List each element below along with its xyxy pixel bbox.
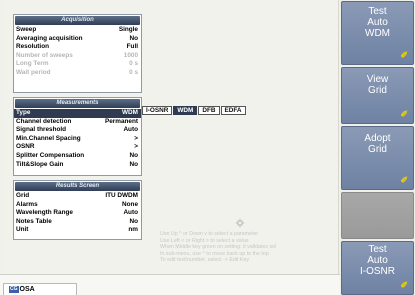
measurements-row-value: No [129,151,138,159]
measurements-row-label: Tilt&Slope Gain [16,160,64,168]
softkey-label-line: View [366,74,389,85]
acquisition-row-value: Full [126,43,138,51]
acquisition-row: Long Term 0 s [14,60,141,69]
results-screen-panel: Results Screen Grid ITU DWDM Alarms None Wav… [13,180,142,240]
acquisition-row: Number of sweeps 1000 [14,52,141,61]
pen-icon: ✐ [400,50,408,60]
measurements-row[interactable]: Splitter Compensation No [14,152,141,161]
pen-icon: ✐ [400,175,408,185]
measurements-row-value: WDM [122,109,138,116]
results-screen-row-label: Grid [16,192,30,199]
type-selector: I-OSNR WDM DFB EDFA [142,106,247,115]
results-screen-row-value: ITU DWDM [105,192,138,199]
results-screen-row-value: None [122,200,138,208]
measurements-row-label: Min.Channel Spacing [16,134,81,142]
results-screen-row-value: nm [128,226,138,234]
results-screen-rows: Grid ITU DWDM Alarms None Wavelength Range Au… [14,192,141,235]
results-screen-row-label: Wavelength Range [16,209,73,217]
acquisition-row-label: Sweep [16,26,37,33]
acquisition-row-value: No [129,34,138,42]
softkey-label-line: Auto [367,255,388,266]
help-line: In sub-menu, use ^ to move back up to th… [160,250,269,257]
acquisition-row[interactable]: Averaging acquisition No [14,35,141,44]
acquisition-row-value: Single [118,26,138,33]
empty-softkey [341,192,414,239]
acquisition-rows: Sweep Single Averaging acquisition No Resolu… [14,26,141,78]
softkey-label-line: WDM [365,28,390,39]
measurements-row-value: No [129,160,138,168]
results-screen-row-value: No [129,217,138,225]
results-screen-row-label: Notes Table [16,217,52,225]
softkey-label-line: Grid [368,85,387,96]
measurements-row-label: Splitter Compensation [16,151,85,159]
measurements-row[interactable]: OSNR > [14,143,141,152]
softkey-label-line: Adopt [364,133,391,144]
results-screen-row-label: Unit [16,226,29,234]
measurements-row-value: > [134,134,138,142]
acquisition-row-value: 1000 [123,51,138,59]
measurements-panel: Measurements Type WDM Channel detection Per… [13,97,142,176]
results-screen-row[interactable]: Notes Table No [14,218,141,227]
help-line: Use Up ^ or Down v to select a parameter [160,231,259,237]
softkey-label-line: I-OSNR [360,266,395,277]
softkey-label-line: Test [368,6,387,17]
measurements-rows: Type WDM Channel detection Permanent Signal … [14,109,141,169]
pen-icon: ✐ [400,109,408,119]
type-option[interactable]: I-OSNR [142,106,173,115]
measurements-row[interactable]: Channel detection Permanent [14,118,141,127]
type-option[interactable]: DFB [198,106,220,115]
osa-screen: Acquisition Sweep Single Averaging acquisi… [0,0,415,295]
measurements-row[interactable]: Type WDM [14,109,141,118]
measurements-row-value: Permanent [104,117,138,125]
measurements-panel-title: Measurements [15,99,140,108]
type-option[interactable]: EDFA [220,106,246,115]
measurements-row-label: OSNR [16,143,35,151]
measurements-row-label: Signal threshold [16,126,67,134]
help-line: To edit text/number, select -> Edit Key [160,257,250,264]
navigation-keys-icon [235,218,245,228]
acquisition-panel: Acquisition Sweep Single Averaging acquisi… [13,14,142,93]
results-screen-row[interactable]: Grid ITU DWDM [14,192,141,201]
osa-tab-tag: CG [9,286,19,293]
test-auto-i-osnr-button[interactable]: Test Auto I-OSNR ✐ [341,241,414,295]
acquisition-row-label: Wait period [16,68,51,76]
help-text: Use Up ^ or Down v to select a parameter… [160,231,340,264]
pen-icon: ✐ [400,280,408,290]
results-screen-row-value: Auto [123,209,138,217]
osa-tab[interactable]: CG OSA [3,283,77,295]
test-auto-wdm-button[interactable]: Test Auto WDM ✐ [341,1,414,65]
measurements-row[interactable]: Min.Channel Spacing > [14,135,141,144]
acquisition-panel-title: Acquisition [15,16,140,25]
measurements-row-label: Type [16,109,31,116]
acquisition-row-label: Number of sweeps [16,51,73,59]
acquisition-row-label: Averaging acquisition [16,34,83,42]
osa-tab-label: OSA [19,286,35,293]
results-screen-row[interactable]: Unit nm [14,226,141,235]
results-screen-row[interactable]: Wavelength Range Auto [14,209,141,218]
acquisition-row-value: 0 s [129,60,138,68]
measurements-row-value: Auto [123,126,138,134]
acquisition-row[interactable]: Resolution Full [14,43,141,52]
acquisition-row[interactable]: Sweep Single [14,26,141,35]
acquisition-row-value: 0 s [129,68,138,76]
acquisition-row-label: Long Term [16,60,49,68]
acquisition-row-label: Resolution [16,43,50,51]
softkey-label-line: Grid [368,144,387,155]
adopt-grid-button[interactable]: Adopt Grid ✐ [341,126,414,190]
view-grid-button[interactable]: View Grid ✐ [341,67,414,124]
measurements-row[interactable]: Tilt&Slope Gain No [14,161,141,170]
help-line: When Middle key green on setting: it val… [160,244,277,251]
type-option[interactable]: WDM [173,106,198,115]
measurements-row-label: Channel detection [16,117,72,125]
results-screen-panel-title: Results Screen [15,182,140,191]
softkey-label-line: Auto [367,17,388,28]
softkey-bar: Test Auto WDM ✐ View Grid ✐ Adopt Grid ✐ Test Au… [340,0,415,295]
results-screen-row-label: Alarms [16,200,38,208]
help-line: Use Left < or Right > to select a value [160,237,249,244]
results-screen-row[interactable]: Alarms None [14,201,141,210]
measurements-row[interactable]: Signal threshold Auto [14,126,141,135]
acquisition-row: Wait period 0 s [14,69,141,78]
softkey-label-line: Test [368,244,387,255]
measurements-row-value: > [134,143,138,151]
